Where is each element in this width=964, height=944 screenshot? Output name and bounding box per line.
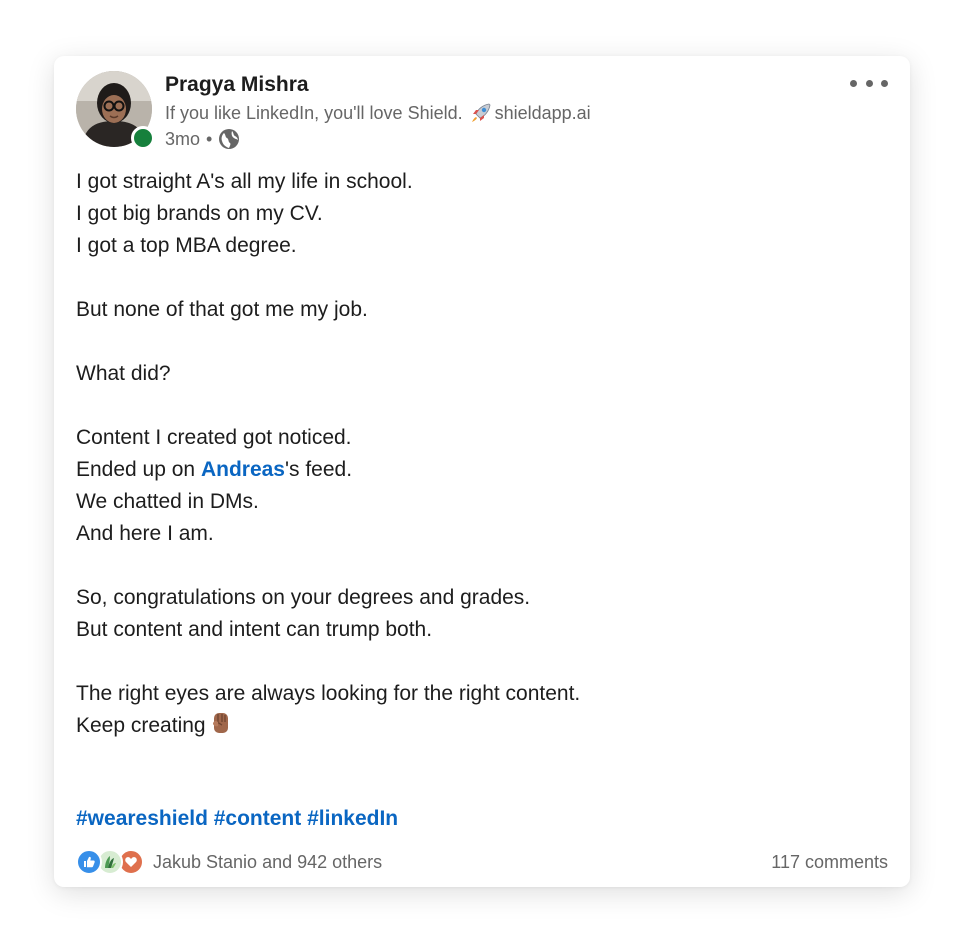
post-line: What did? [76,362,171,385]
hashtag-link[interactable]: #linkedIn [307,807,398,830]
hashtag-link[interactable]: #weareshield [76,807,208,830]
globe-icon [218,128,240,150]
post-line: The right eyes are always looking for th… [76,682,581,705]
raised-fist-icon [210,711,232,735]
headline-text: If you like LinkedIn, you'll love Shield… [165,102,463,123]
rocket-icon [469,102,493,124]
post-time: 3mo [165,128,201,149]
post-card: Pragya Mishra If you like LinkedIn, you'… [54,56,910,887]
post-line: And here I am. [76,522,214,545]
more-dot [881,79,888,87]
mention-prefix: Ended up on [76,458,201,481]
post-line: So, congratulations on your degrees and … [76,586,531,609]
hashtag-link[interactable]: #content [214,807,302,830]
reactions-summary[interactable]: Jakub Stanio and 942 others [76,848,382,876]
post-line: Content I created got noticed. [76,426,352,449]
more-dot [850,79,857,87]
post-line: I got big brands on my CV. [76,202,323,225]
mention-link[interactable]: Andreas [201,458,285,481]
post-line: I got straight A's all my life in school… [76,170,413,193]
post-line: I got a top MBA degree. [76,234,297,257]
reactions-count[interactable]: Jakub Stanio and 942 others [153,852,382,873]
hashtags: #weareshield #content #linkedIn [76,807,398,831]
more-dot [865,79,873,87]
like-icon [76,849,102,875]
post-line-with-emoji: Keep creating [76,710,876,742]
more-options-icon[interactable] [850,73,888,93]
post-meta: 3mo • [165,128,240,150]
post-line-text: Keep creating [76,714,206,737]
comments-count[interactable]: 117 comments [771,852,888,873]
author-headline: If you like LinkedIn, you'll love Shield… [165,102,591,124]
author-name[interactable]: Pragya Mishra [165,73,309,97]
headline-link[interactable]: shieldapp.ai [495,103,591,124]
post-body: I got straight A's all my life in school… [76,166,876,742]
mention-suffix: 's feed. [284,458,353,481]
meta-separator: • [206,128,213,149]
post-line: We chatted in DMs. [76,490,259,513]
post-line: But none of that got me my job. [76,298,368,321]
post-line: But content and intent can trump both. [76,618,433,641]
online-status-badge [131,126,155,150]
post-line-with-mention: Ended up on Andreas's feed. [76,454,876,486]
